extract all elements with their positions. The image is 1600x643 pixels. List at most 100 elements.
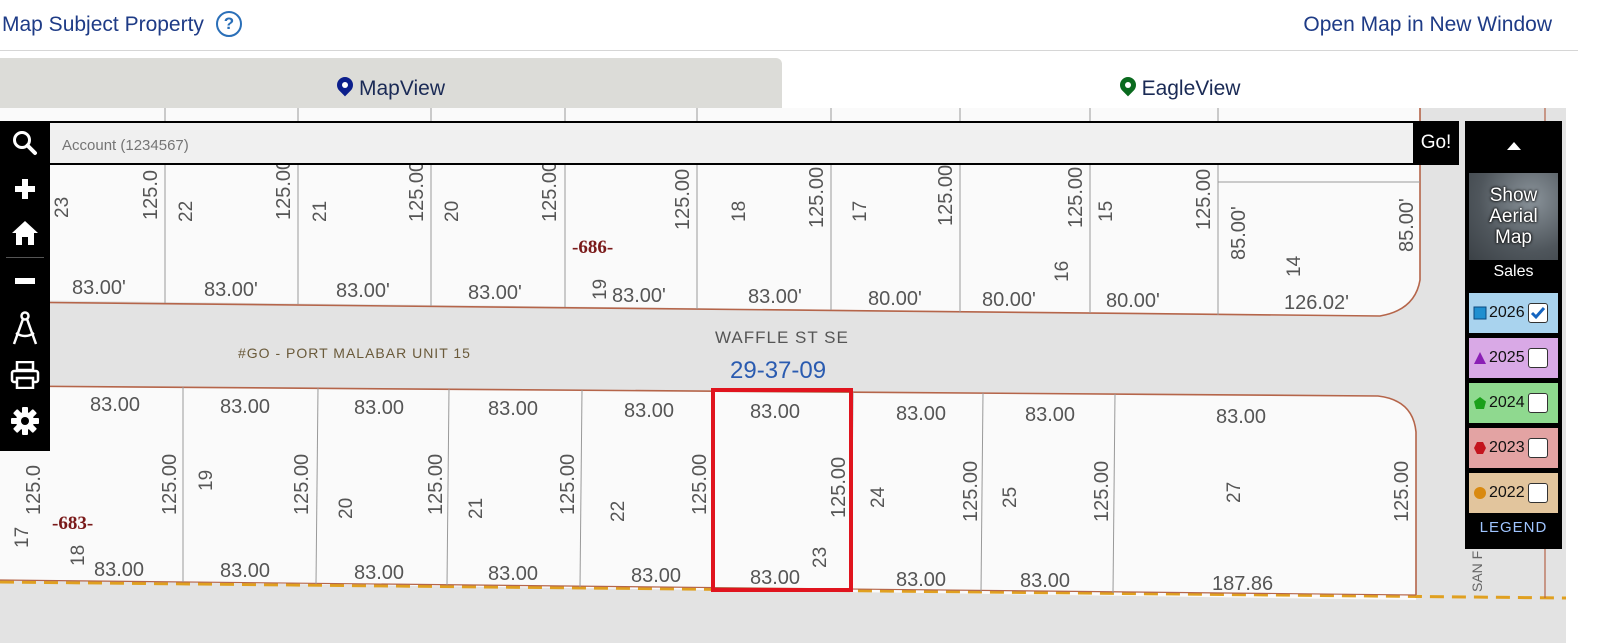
map-pin-icon [1116,73,1139,97]
north-depth-label: 125.0 [140,170,162,220]
home-icon [12,221,38,245]
page-title: Map Subject Property [2,13,204,36]
north-lot-number: 19 [590,279,611,300]
collapse-panel-button[interactable] [1465,121,1562,171]
pentagon-marker-icon [1474,397,1486,409]
north-frontage-label: 83.00' [204,279,258,301]
south-lot-number: 20 [336,498,357,519]
account-search-input[interactable] [60,130,1394,160]
street-name-label: WAFFLE ST SE [715,328,849,347]
parcel-map-canvas[interactable]: 23 22 21 20 19 18 17 16 15 14 125.0 125.00 125.00 12… [0,108,1566,643]
zoom-in-icon [15,179,35,199]
chevron-up-icon [1506,142,1521,150]
sales-year-checkbox[interactable] [1527,483,1548,503]
settings-button[interactable] [0,399,50,443]
tab-eagleview-label: EagleView [1141,77,1241,100]
north-lot-number: 22 [176,201,197,222]
sales-year-2025[interactable]: 2025 [1469,338,1558,378]
north-lot-number: 21 [310,201,331,222]
south-depth-label: 125.00 [1391,461,1413,522]
map-toolbar [0,121,50,451]
sales-year-label: 2025 [1489,349,1525,366]
south-bottom-frontage-label: 83.00 [750,567,800,589]
sales-year-label: 2023 [1489,439,1525,456]
south-depth-label: 125.00 [557,454,579,515]
search-tool-button[interactable] [0,121,50,165]
legend-button[interactable]: LEGEND [1465,519,1562,536]
north-frontage-label: 126.02' [1284,292,1349,314]
sales-year-checkbox[interactable] [1527,303,1548,323]
show-aerial-map-button[interactable]: Show Aerial Map [1469,173,1558,260]
south-bottom-frontage-label: 83.00 [354,562,404,584]
south-bottom-frontage-label: 83.00 [896,569,946,591]
circle-marker-icon [1474,487,1486,499]
zoom-in-button[interactable] [0,167,50,211]
sales-year-2022[interactable]: 2022 [1469,473,1558,513]
north-lot-number: 16 [1052,261,1073,282]
north-frontage-label: 80.00' [982,289,1036,311]
sales-year-2024[interactable]: 2024 [1469,383,1558,423]
hexagon-marker-icon [1474,442,1486,454]
sales-year-2023[interactable]: 2023 [1469,428,1558,468]
north-depth-label: 85.00' [1396,198,1418,252]
triangle-marker-icon [1474,352,1486,364]
south-bottom-frontage-label: 83.00 [94,559,144,581]
zoom-out-button[interactable] [0,259,50,303]
aerial-map-label: Show Aerial Map [1489,185,1538,248]
block-label-north: -686- [572,237,613,258]
map-pin-icon [333,73,357,97]
question-circle-icon[interactable]: ? [216,11,242,37]
tab-mapview[interactable]: MapView [0,58,782,108]
south-lot-number: 22 [608,501,629,522]
sales-year-checkbox[interactable] [1527,348,1548,368]
tab-eagleview[interactable]: EagleView [782,58,1578,108]
north-lot-number: 23 [52,197,73,218]
north-lot-number: 17 [850,201,871,222]
checkmark-icon [1530,307,1545,320]
home-button[interactable] [0,211,50,255]
north-lot-number: 14 [1284,255,1305,277]
north-frontage-label: 83.00' [72,277,126,299]
south-depth-label: 125.00 [960,461,982,522]
north-depth-label: 125.00 [406,161,428,222]
print-button[interactable] [0,353,50,397]
open-map-new-window-link[interactable]: Open Map in New Window [1303,13,1552,37]
sales-year-label: 2022 [1489,484,1525,501]
square-marker-icon [1473,306,1487,320]
go-button[interactable]: Go! [1413,121,1459,165]
south-lot-number: 17 [12,527,33,548]
zoom-out-icon [15,278,35,284]
north-depth-label: 125.00 [806,167,828,228]
south-depth-label: 125.0 [23,465,45,515]
str-code-label: 29-37-09 [730,357,826,384]
south-top-frontage-label: 83.00 [750,401,800,423]
south-bottom-frontage-label: 83.00 [220,560,270,582]
gear-icon [11,407,39,435]
south-bottom-frontage-label: 83.00 [1020,570,1070,592]
sales-year-checkbox[interactable] [1527,393,1548,413]
north-depth-label: 85.00' [1228,206,1250,260]
south-depth-label: 125.00 [828,457,850,518]
north-frontage-label: 83.00' [336,280,390,302]
sales-year-checkbox[interactable] [1527,438,1548,458]
sales-heading: Sales [1493,263,1534,280]
south-bottom-frontage-label: 83.00 [631,565,681,587]
measure-icon [12,311,38,345]
sales-year-2026[interactable]: 2026 [1469,293,1558,333]
layer-side-panel: Show Aerial Map Sales 2026 2025 2024 2023 20… [1465,121,1562,549]
south-top-frontage-label: 83.00 [896,403,946,425]
search-icon [13,131,37,155]
sales-year-label: 2026 [1489,304,1525,321]
north-lot-number: 15 [1096,201,1117,222]
print-icon [10,361,40,389]
measure-button[interactable] [0,306,50,350]
south-lot-number: 27 [1224,482,1245,503]
north-frontage-label: 83.00' [748,286,802,308]
south-bottom-frontage-label: 83.00 [488,563,538,585]
south-depth-label: 125.00 [425,454,447,515]
subdivision-label: #GO - PORT MALABAR UNIT 15 [238,345,471,361]
north-frontage-label: 80.00' [1106,290,1160,312]
north-depth-label: 125.00 [672,169,694,230]
parcel-map[interactable]: 23 22 21 20 19 18 17 16 15 14 125.0 125.00 125.00 12… [0,108,1566,643]
north-depth-label: 125.00 [935,165,957,226]
